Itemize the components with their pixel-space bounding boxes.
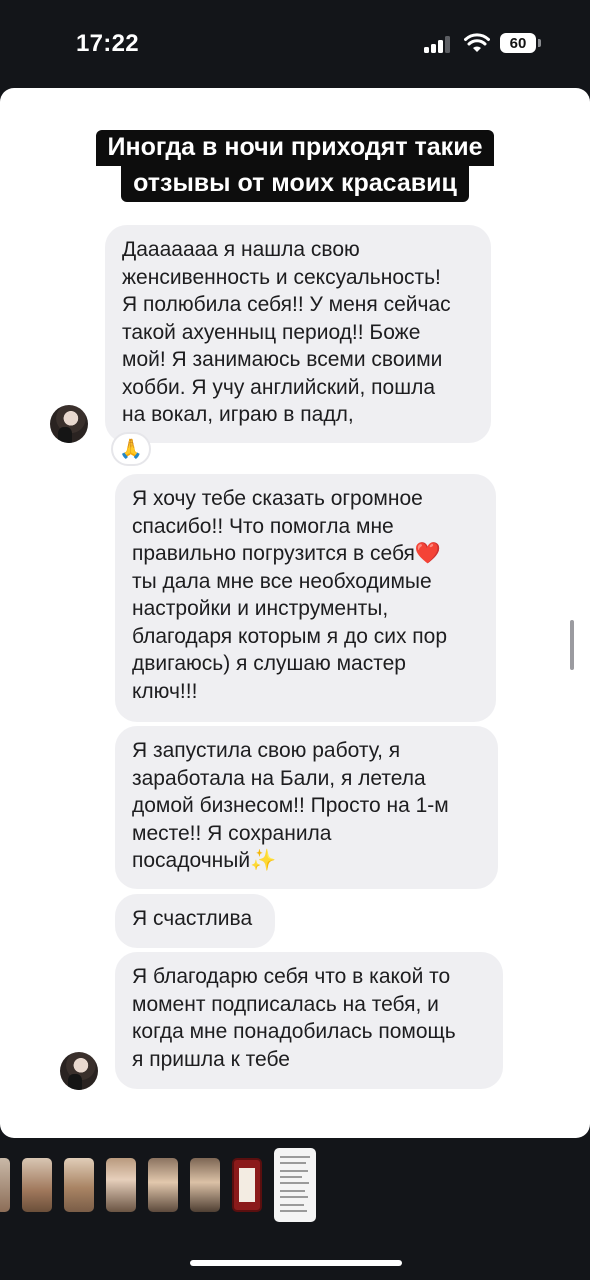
cellular-signal-icon: [424, 35, 452, 53]
scrollbar[interactable]: [570, 620, 574, 670]
message-bubble-4: Я счастлива: [115, 894, 275, 948]
story-thumbnail[interactable]: [190, 1158, 220, 1212]
headline-line-1: Иногда в ночи приходят такие: [95, 130, 495, 166]
story-headline: Иногда в ночи приходят такие отзывы от м…: [0, 130, 590, 202]
battery-icon: 60: [500, 33, 536, 53]
message-bubble-3: Я запустила свою работу, я заработала на…: [115, 726, 498, 889]
story-thumbnail-active[interactable]: [274, 1148, 316, 1222]
story-thumbnail[interactable]: [232, 1158, 262, 1212]
message-bubble-2: Я хочу тебе сказать огромное спасибо!! Ч…: [115, 474, 496, 722]
story-thumbnail[interactable]: [106, 1158, 136, 1212]
avatar: [50, 405, 88, 443]
story-thumbnail-strip: [0, 1148, 590, 1224]
home-indicator[interactable]: [190, 1260, 402, 1266]
story-thumbnail[interactable]: [0, 1158, 10, 1212]
story-card[interactable]: Иногда в ночи приходят такие отзывы от м…: [0, 88, 590, 1138]
battery-cap: [538, 39, 541, 47]
wifi-icon: [464, 33, 490, 52]
message-bubble-5: Я благодарю себя что в какой то момент п…: [115, 952, 503, 1089]
status-time: 17:22: [76, 30, 139, 57]
status-bar: 17:22 60: [0, 0, 590, 88]
message-bubble-1: Дааааааа я нашла свою женсивенность и се…: [105, 225, 491, 443]
thumbnail-page: [239, 1168, 255, 1202]
battery-level: 60: [509, 34, 527, 52]
story-thumbnail[interactable]: [64, 1158, 94, 1212]
avatar: [60, 1052, 98, 1090]
praying-hands-icon: 🙏: [119, 439, 143, 460]
headline-line-2: отзывы от моих красавиц: [121, 165, 469, 202]
reaction-badge[interactable]: 🙏: [111, 432, 151, 466]
story-thumbnail[interactable]: [148, 1158, 178, 1212]
story-thumbnail[interactable]: [22, 1158, 52, 1212]
